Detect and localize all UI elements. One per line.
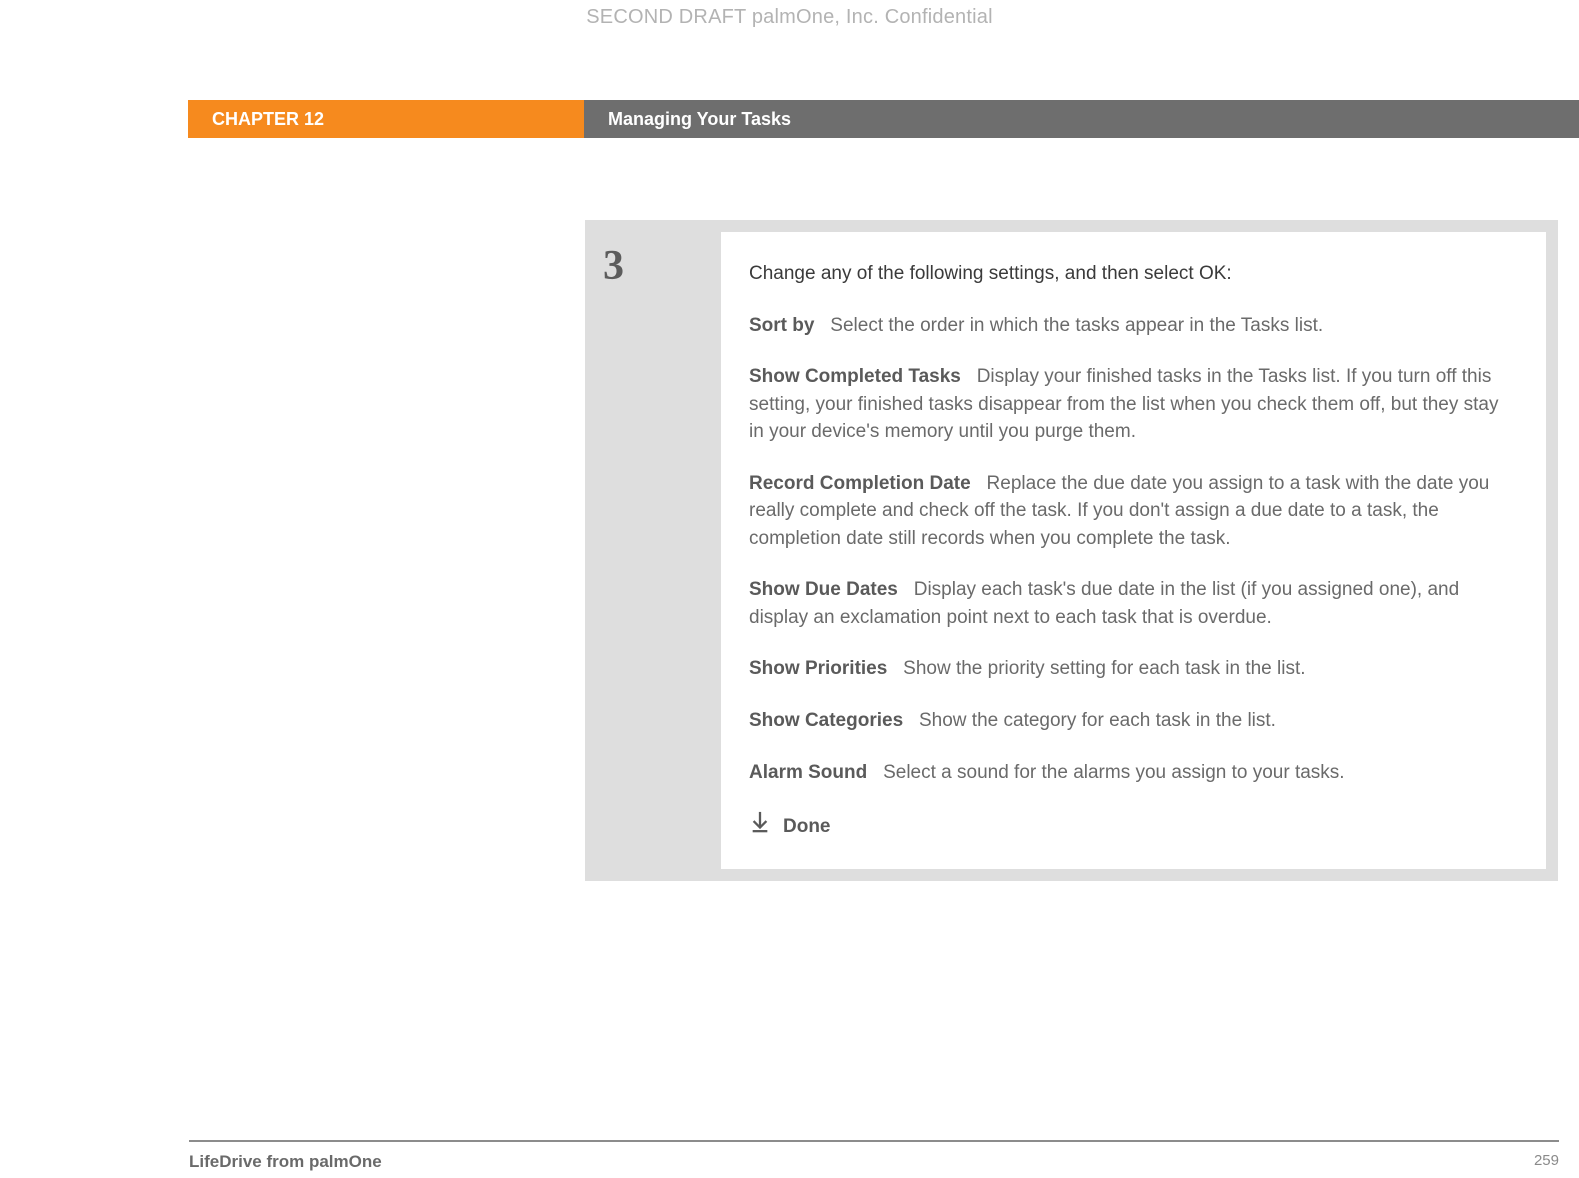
chapter-title: Managing Your Tasks [584,100,1579,138]
setting-label: Alarm Sound [749,762,867,783]
step-number: 3 [597,232,721,869]
setting-show-due-dates: Show Due Dates Display each task's due d… [749,576,1518,631]
setting-label: Show Due Dates [749,579,898,600]
setting-desc: Show the priority setting for each task … [903,658,1305,679]
footer: LifeDrive from palmOne 259 [189,1140,1559,1172]
setting-desc: Show the category for each task in the l… [919,710,1276,731]
setting-sort-by: Sort by Select the order in which the ta… [749,312,1518,340]
chapter-label: CHAPTER 12 [188,100,584,138]
setting-label: Sort by [749,315,814,336]
setting-label: Show Categories [749,710,903,731]
arrow-down-icon [749,810,771,843]
setting-label: Record Completion Date [749,473,971,494]
step-content: Change any of the following settings, an… [721,232,1546,869]
watermark-text: SECOND DRAFT palmOne, Inc. Confidential [0,6,1579,29]
page-number: 259 [1534,1152,1559,1172]
setting-record-completion: Record Completion Date Replace the due d… [749,470,1518,553]
step-lead: Change any of the following settings, an… [749,260,1518,288]
step-box: 3 Change any of the following settings, … [585,220,1558,881]
setting-desc: Select a sound for the alarms you assign… [883,762,1345,783]
header-bar: CHAPTER 12 Managing Your Tasks [0,100,1579,138]
setting-show-priorities: Show Priorities Show the priority settin… [749,655,1518,683]
done-label: Done [783,813,831,841]
done-row: Done [749,810,1518,843]
setting-alarm-sound: Alarm Sound Select a sound for the alarm… [749,759,1518,787]
setting-label: Show Priorities [749,658,887,679]
setting-show-categories: Show Categories Show the category for ea… [749,707,1518,735]
setting-desc: Select the order in which the tasks appe… [830,315,1323,336]
setting-label: Show Completed Tasks [749,366,961,387]
header-spacer [0,100,188,138]
footer-product: LifeDrive from palmOne [189,1152,382,1172]
page: SECOND DRAFT palmOne, Inc. Confidential … [0,0,1579,1178]
setting-show-completed: Show Completed Tasks Display your finish… [749,363,1518,446]
